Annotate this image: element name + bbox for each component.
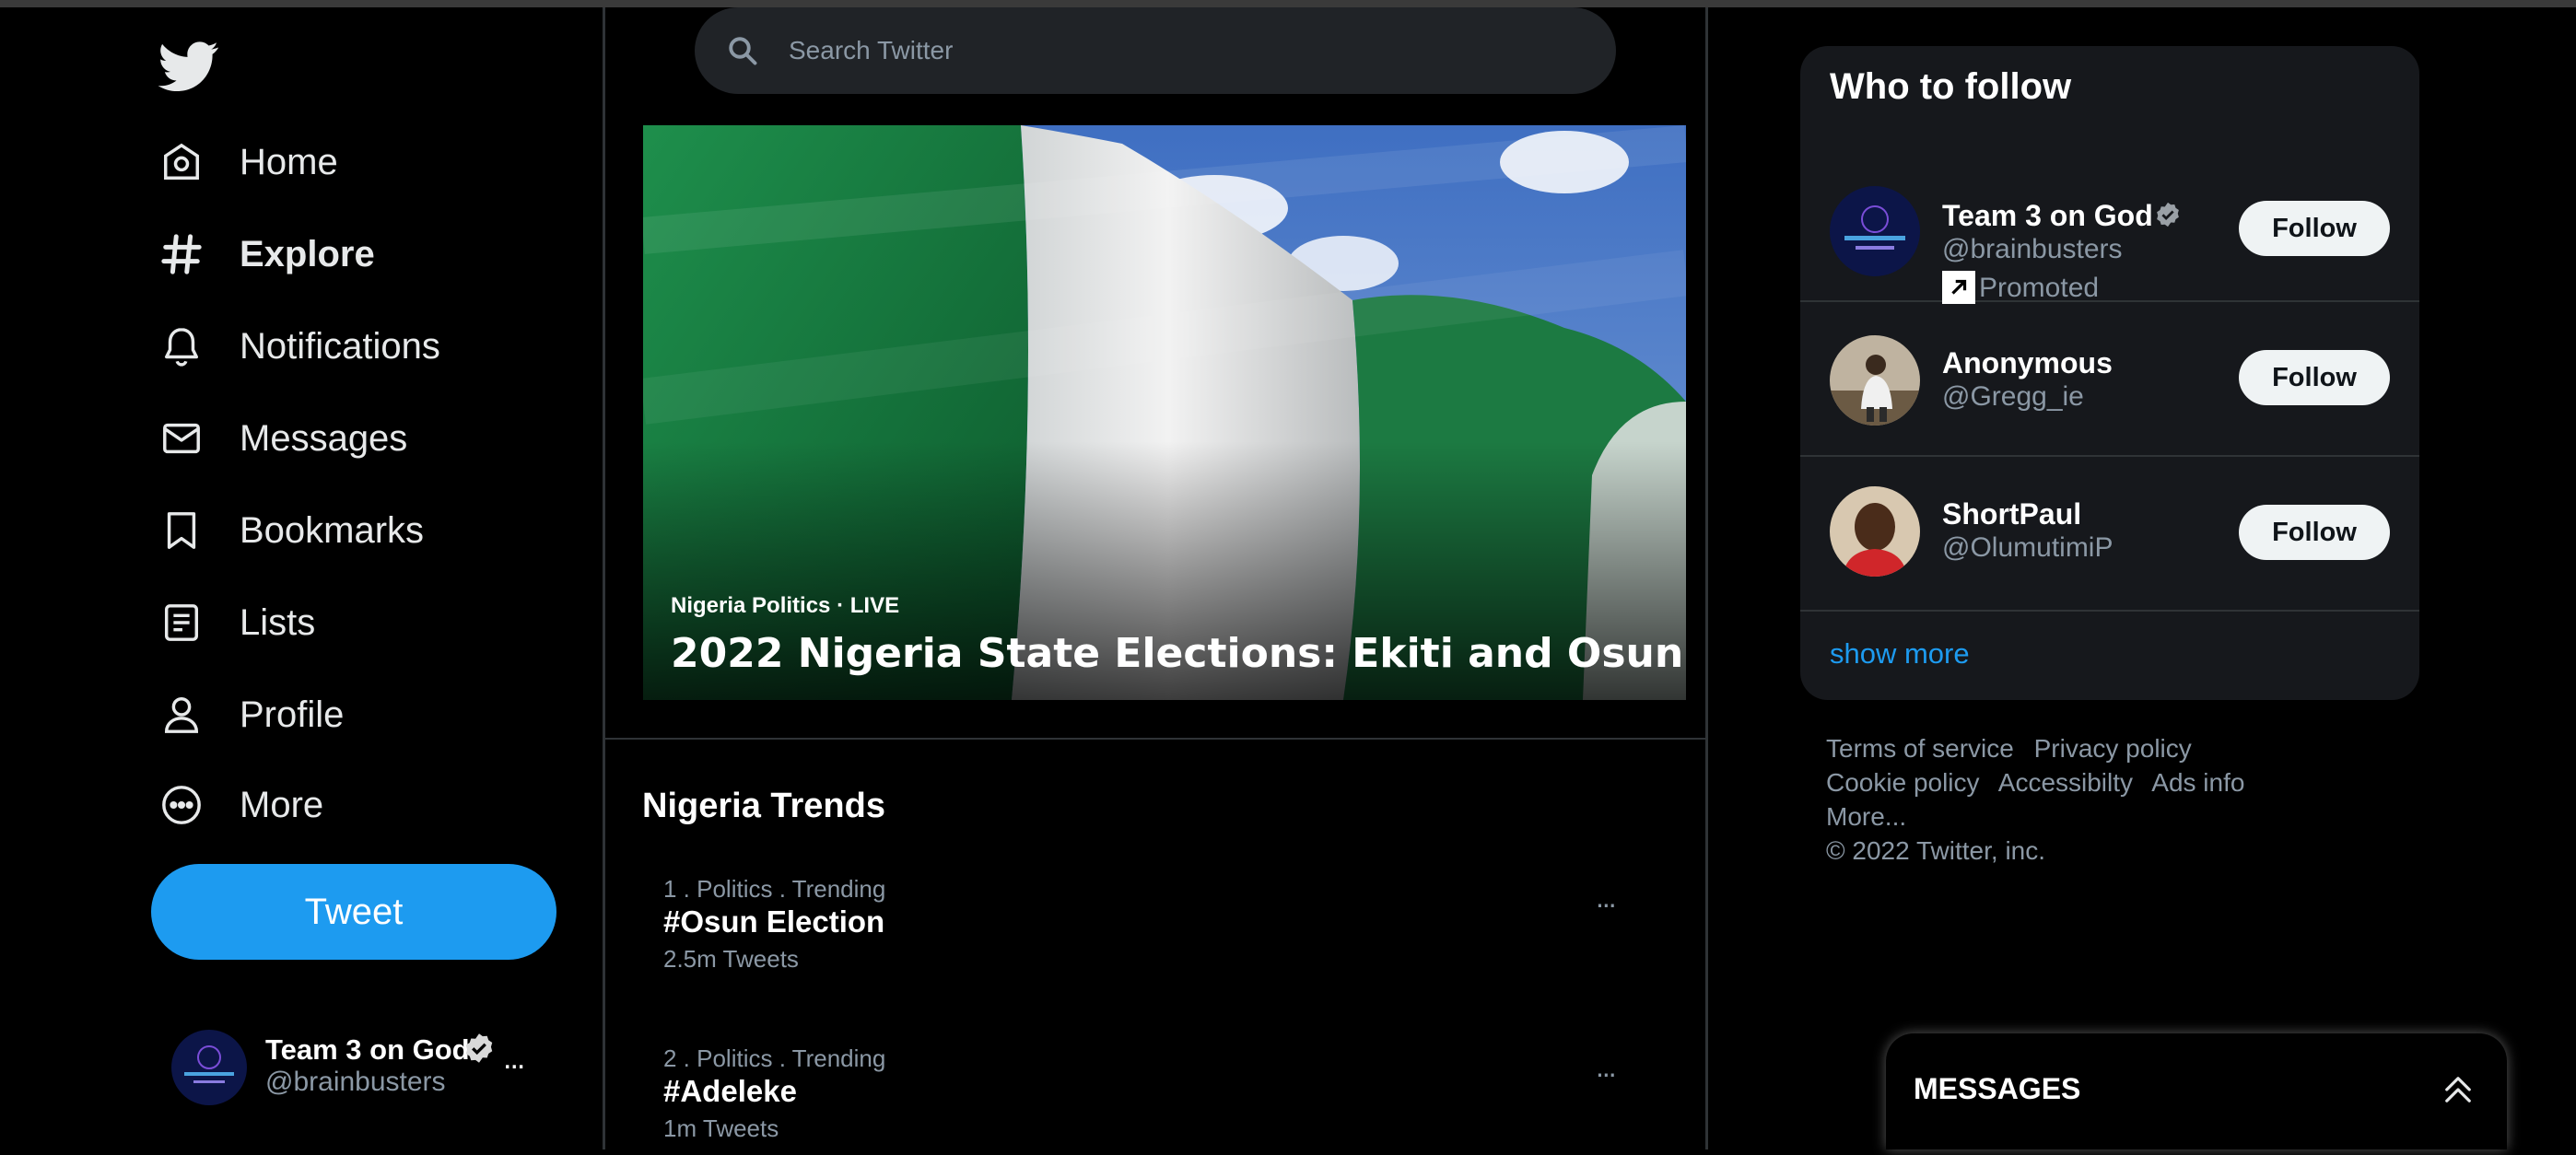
footer-link-more[interactable]: More... (1826, 802, 1906, 831)
footer-link-cookie[interactable]: Cookie policy (1826, 768, 1980, 797)
nav-messages[interactable]: Messages (158, 402, 407, 475)
event-meta: Nigeria Politics · LIVE (671, 593, 899, 619)
user-name: Team 3 on God (1942, 199, 2153, 232)
trend-more-icon[interactable]: ... (1596, 881, 1617, 915)
promoted-arrow-icon (1942, 271, 1975, 304)
nav-label: Explore (240, 233, 375, 274)
section-divider (604, 738, 1705, 740)
messages-drawer[interactable]: MESSAGES (1886, 1033, 2507, 1149)
hashtag-icon (158, 231, 205, 277)
messages-drawer-title: MESSAGES (1914, 1072, 2081, 1105)
follow-suggestion[interactable]: Team 3 on God @brainbusters Promoted Fol… (1800, 149, 2419, 304)
account-name: Team 3 on God (265, 1033, 470, 1066)
browser-top-edge (0, 0, 2576, 7)
promoted-label: Promoted (1942, 271, 2099, 304)
twitter-bird-icon[interactable] (158, 35, 219, 96)
verified-badge-icon (2154, 201, 2182, 233)
tweet-button[interactable]: Tweet (151, 864, 556, 960)
footer-link-ads-info[interactable]: Ads info (2151, 768, 2244, 797)
envelope-icon (158, 415, 205, 461)
follow-button[interactable]: Follow (2239, 350, 2390, 405)
promoted-text: Promoted (1979, 273, 2100, 303)
live-label: LIVE (849, 593, 900, 618)
user-name: Anonymous (1942, 346, 2113, 379)
follow-suggestion[interactable]: ShortPaul @OlumutimiP Follow (1800, 457, 2419, 612)
user-name: ShortPaul (1942, 497, 2082, 531)
trend-more-icon[interactable]: ... (1596, 1050, 1617, 1084)
footer-link-terms[interactable]: Terms of service (1826, 734, 2014, 763)
copyright: © 2022 Twitter, inc. (1826, 836, 2046, 865)
account-more-icon[interactable]: ... (503, 1041, 525, 1077)
nav-bookmarks[interactable]: Bookmarks (158, 494, 424, 567)
nav-label: Lists (240, 601, 316, 643)
search-icon (726, 34, 759, 67)
sidebar: Home Explore Notifications Messages Book… (0, 7, 603, 1149)
follow-suggestion[interactable]: Anonymous @Gregg_ie Follow (1800, 302, 2419, 457)
nav-notifications[interactable]: Notifications (158, 309, 440, 383)
avatar (1830, 335, 1920, 426)
event-category: Nigeria Politics (671, 593, 831, 618)
nav-label: Profile (240, 694, 345, 735)
avatar (171, 1030, 247, 1105)
footer-links: Terms of service Privacy policy Cookie p… (1826, 731, 2342, 868)
nav-home[interactable]: Home (158, 125, 338, 199)
search-bar[interactable] (695, 7, 1616, 94)
account-handle: @brainbusters (265, 1067, 446, 1097)
follow-button[interactable]: Follow (2239, 505, 2390, 560)
show-more-link[interactable]: show more (1830, 637, 1970, 671)
column-divider (1705, 7, 1708, 1149)
avatar (1830, 486, 1920, 577)
home-icon (158, 139, 205, 185)
nav-label: Bookmarks (240, 509, 425, 551)
trend-meta: 1 . Politics . Trending (663, 875, 886, 903)
account-switcher[interactable]: Team 3 on God @brainbusters ... (171, 1021, 558, 1113)
double-chevron-up-icon[interactable] (2439, 1070, 2477, 1109)
follow-button[interactable]: Follow (2239, 201, 2390, 256)
trends-heading: Nigeria Trends (642, 787, 885, 825)
person-icon (158, 692, 205, 738)
bookmark-icon (158, 508, 205, 554)
trend-item[interactable]: 2 . Politics . Trending #Adeleke 1m Twee… (643, 1044, 1686, 1155)
footer-link-accessibility[interactable]: Accessibilty (1998, 768, 2133, 797)
list-icon (158, 600, 205, 646)
user-handle: @Gregg_ie (1942, 381, 2084, 412)
user-handle: @OlumutimiP (1942, 532, 2113, 563)
meta-separator: · (837, 593, 845, 618)
trend-item[interactable]: 1 . Politics . Trending #Osun Election 2… (643, 875, 1686, 986)
trend-name: #Osun Election (663, 904, 885, 939)
search-input[interactable] (789, 36, 1572, 65)
verified-badge-icon (463, 1032, 496, 1069)
avatar (1830, 186, 1920, 276)
nav-explore[interactable]: Explore (158, 217, 375, 291)
footer-link-privacy[interactable]: Privacy policy (2034, 734, 2192, 763)
nav-label: Home (240, 141, 338, 182)
nav-label: Messages (240, 417, 408, 459)
user-handle: @brainbusters (1942, 234, 2123, 264)
nav-label: More (240, 784, 324, 825)
bell-icon (158, 323, 205, 369)
who-to-follow-heading: Who to follow (1830, 66, 2072, 107)
trend-tweet-count: 2.5m Tweets (663, 945, 799, 973)
more-circle-icon (158, 782, 205, 828)
event-title: 2022 Nigeria State Elections: Ekiti and … (671, 630, 1684, 677)
trend-tweet-count: 1m Tweets (663, 1114, 779, 1142)
column-divider (603, 7, 605, 1149)
nav-profile[interactable]: Profile (158, 678, 344, 752)
featured-event-card[interactable]: Nigeria Politics · LIVE 2022 Nigeria Sta… (643, 125, 1686, 700)
trend-meta: 2 . Politics . Trending (663, 1044, 886, 1072)
who-to-follow-card: Who to follow Team 3 on God @brainbuster… (1800, 46, 2419, 700)
nav-more[interactable]: More (158, 768, 323, 842)
trend-name: #Adeleke (663, 1074, 797, 1108)
nav-lists[interactable]: Lists (158, 586, 315, 659)
nav-label: Notifications (240, 325, 440, 367)
